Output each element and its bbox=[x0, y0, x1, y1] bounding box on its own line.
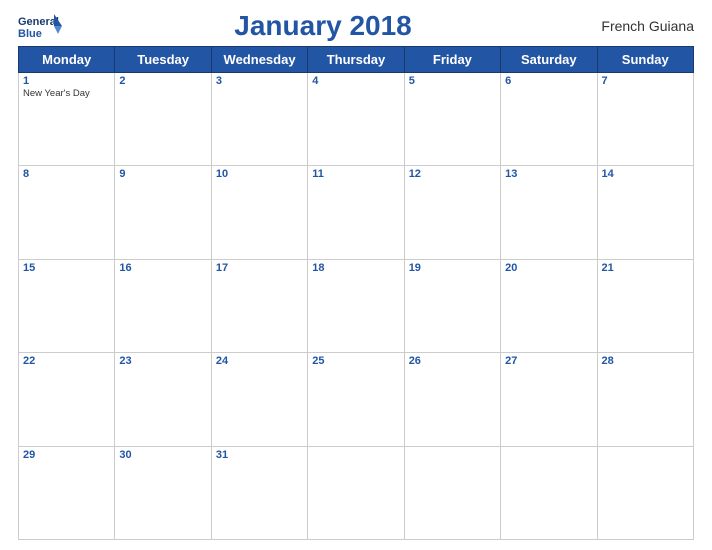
day-number: 11 bbox=[312, 168, 399, 180]
calendar-day-cell: 23 bbox=[115, 353, 211, 446]
calendar-day-cell: 12 bbox=[404, 166, 500, 259]
calendar-day-cell bbox=[308, 446, 404, 539]
calendar-title: January 2018 bbox=[234, 10, 411, 41]
calendar-day-cell: 26 bbox=[404, 353, 500, 446]
day-number: 8 bbox=[23, 168, 110, 180]
day-number: 4 bbox=[312, 75, 399, 87]
calendar-day-cell: 28 bbox=[597, 353, 693, 446]
calendar-day-cell bbox=[404, 446, 500, 539]
calendar-day-cell: 5 bbox=[404, 73, 500, 166]
logo-icon: General Blue bbox=[18, 12, 62, 40]
calendar-week-row: 29 30 31 bbox=[19, 446, 694, 539]
day-number: 24 bbox=[216, 355, 303, 367]
day-number: 16 bbox=[119, 262, 206, 274]
day-number: 13 bbox=[505, 168, 592, 180]
day-number: 22 bbox=[23, 355, 110, 367]
day-number: 23 bbox=[119, 355, 206, 367]
weekday-header-sunday: Sunday bbox=[597, 47, 693, 73]
calendar-day-cell: 7 bbox=[597, 73, 693, 166]
calendar-day-cell: 31 bbox=[211, 446, 307, 539]
day-number: 30 bbox=[119, 449, 206, 461]
day-number: 18 bbox=[312, 262, 399, 274]
calendar-day-cell: 1New Year's Day bbox=[19, 73, 115, 166]
calendar-table: MondayTuesdayWednesdayThursdayFridaySatu… bbox=[18, 46, 694, 540]
calendar-day-cell: 24 bbox=[211, 353, 307, 446]
day-number: 19 bbox=[409, 262, 496, 274]
day-event: New Year's Day bbox=[23, 88, 110, 99]
calendar-day-cell: 27 bbox=[501, 353, 597, 446]
weekday-header-wednesday: Wednesday bbox=[211, 47, 307, 73]
calendar-day-cell: 2 bbox=[115, 73, 211, 166]
calendar-day-cell: 17 bbox=[211, 259, 307, 352]
calendar-week-row: 89 10 11 12 13 14 bbox=[19, 166, 694, 259]
weekday-header-saturday: Saturday bbox=[501, 47, 597, 73]
day-number: 27 bbox=[505, 355, 592, 367]
calendar-day-cell: 14 bbox=[597, 166, 693, 259]
weekday-header-monday: Monday bbox=[19, 47, 115, 73]
calendar-day-cell: 11 bbox=[308, 166, 404, 259]
calendar-day-cell: 3 bbox=[211, 73, 307, 166]
calendar-day-cell: 29 bbox=[19, 446, 115, 539]
calendar-day-cell: 9 bbox=[115, 166, 211, 259]
day-number: 9 bbox=[119, 168, 206, 180]
calendar-day-cell: 20 bbox=[501, 259, 597, 352]
calendar-day-cell: 8 bbox=[19, 166, 115, 259]
logo-area: General Blue bbox=[18, 12, 62, 40]
day-number: 17 bbox=[216, 262, 303, 274]
calendar-day-cell: 15 bbox=[19, 259, 115, 352]
calendar-day-cell: 30 bbox=[115, 446, 211, 539]
day-number: 29 bbox=[23, 449, 110, 461]
calendar-day-cell bbox=[597, 446, 693, 539]
calendar-day-cell: 16 bbox=[115, 259, 211, 352]
calendar-day-cell: 21 bbox=[597, 259, 693, 352]
day-number: 26 bbox=[409, 355, 496, 367]
weekday-header-friday: Friday bbox=[404, 47, 500, 73]
weekday-header-tuesday: Tuesday bbox=[115, 47, 211, 73]
calendar-day-cell: 18 bbox=[308, 259, 404, 352]
weekday-header-row: MondayTuesdayWednesdayThursdayFridaySatu… bbox=[19, 47, 694, 73]
day-number: 25 bbox=[312, 355, 399, 367]
calendar-header: General Blue January 2018 French Guiana bbox=[18, 10, 694, 42]
day-number: 14 bbox=[602, 168, 689, 180]
calendar-week-row: 1New Year's Day 234567 bbox=[19, 73, 694, 166]
calendar-day-cell: 6 bbox=[501, 73, 597, 166]
calendar-day-cell: 4 bbox=[308, 73, 404, 166]
day-number: 15 bbox=[23, 262, 110, 274]
calendar-week-row: 15 16 17 18 19 20 21 bbox=[19, 259, 694, 352]
day-number: 21 bbox=[602, 262, 689, 274]
day-number: 7 bbox=[602, 75, 689, 87]
calendar-day-cell: 10 bbox=[211, 166, 307, 259]
day-number: 5 bbox=[409, 75, 496, 87]
calendar-day-cell: 19 bbox=[404, 259, 500, 352]
calendar-day-cell: 13 bbox=[501, 166, 597, 259]
day-number: 3 bbox=[216, 75, 303, 87]
svg-text:General: General bbox=[18, 16, 59, 28]
region-label: French Guiana bbox=[584, 18, 694, 34]
day-number: 31 bbox=[216, 449, 303, 461]
calendar-week-row: 22 23 24 25 26 27 28 bbox=[19, 353, 694, 446]
day-number: 2 bbox=[119, 75, 206, 87]
day-number: 20 bbox=[505, 262, 592, 274]
day-number: 1 bbox=[23, 75, 110, 87]
day-number: 28 bbox=[602, 355, 689, 367]
weekday-header-thursday: Thursday bbox=[308, 47, 404, 73]
day-number: 10 bbox=[216, 168, 303, 180]
calendar-day-cell: 25 bbox=[308, 353, 404, 446]
title-area: January 2018 bbox=[62, 10, 584, 42]
calendar-day-cell: 22 bbox=[19, 353, 115, 446]
svg-text:Blue: Blue bbox=[18, 28, 42, 40]
day-number: 6 bbox=[505, 75, 592, 87]
day-number: 12 bbox=[409, 168, 496, 180]
calendar-day-cell bbox=[501, 446, 597, 539]
